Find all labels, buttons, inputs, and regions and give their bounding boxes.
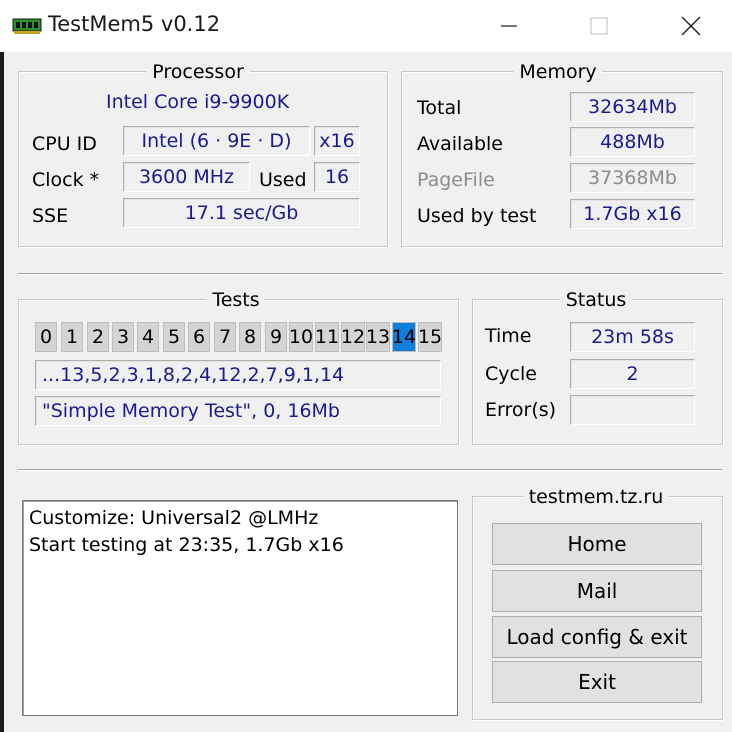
used-label: Used: [259, 169, 307, 191]
test-chip: 10: [289, 322, 313, 352]
minimize-button[interactable]: [486, 4, 532, 48]
used-by-test-label: Used by test: [417, 205, 537, 227]
pagefile-field: 37368Mb: [570, 163, 695, 193]
maximize-button[interactable]: [576, 4, 622, 48]
website-legend: testmem.tz.ru: [522, 486, 670, 508]
clock-label: Clock *: [32, 169, 100, 191]
sse-label: SSE: [32, 205, 69, 227]
log-line: Customize: Universal2 @LMHz: [29, 507, 319, 529]
mail-button[interactable]: Mail: [492, 570, 702, 612]
test-chip: 8: [239, 322, 261, 352]
test-chip: 6: [188, 322, 210, 352]
thread-count-field: x16: [314, 126, 360, 156]
window-title: TestMem5 v0.12: [48, 12, 221, 36]
cpu-id-label: CPU ID: [32, 133, 97, 155]
sse-field: 17.1 sec/Gb: [123, 198, 360, 228]
total-label: Total: [417, 97, 462, 119]
test-chip: 4: [137, 322, 159, 352]
maximize-icon: [590, 17, 608, 35]
close-icon: [681, 16, 701, 36]
tests-legend: Tests: [206, 289, 266, 311]
minimize-icon: [501, 25, 517, 27]
errors-field: [570, 395, 695, 425]
current-test-field: "Simple Memory Test", 0, 16Mb: [35, 396, 441, 426]
window-edge: [0, 52, 4, 732]
exit-button[interactable]: Exit: [492, 661, 702, 703]
test-chip: 11: [315, 322, 339, 352]
errors-label: Error(s): [485, 399, 557, 421]
test-chip: 3: [112, 322, 134, 352]
home-button[interactable]: Home: [492, 523, 702, 565]
test-chip: 2: [87, 322, 109, 352]
elapsed-time-field: 23m 58s: [570, 322, 695, 352]
load-config-exit-button[interactable]: Load config & exit: [492, 616, 702, 658]
test-chip: 0: [35, 322, 57, 352]
processor-legend: Processor: [146, 61, 250, 83]
cpu-id-field: Intel (6 · 9E · D): [123, 126, 310, 156]
status-legend: Status: [559, 289, 633, 311]
test-chip-active: 14: [392, 322, 416, 352]
separator-bottom: [18, 469, 722, 471]
test-chip: 7: [214, 322, 236, 352]
available-label: Available: [417, 133, 504, 155]
cycle-field: 2: [570, 359, 695, 389]
test-chip: 15: [418, 322, 442, 352]
memory-legend: Memory: [513, 61, 603, 83]
used-threads-field: 16: [314, 162, 360, 192]
log-textbox[interactable]: Customize: Universal2 @LMHz Start testin…: [22, 500, 458, 716]
available-memory-field: 488Mb: [570, 127, 695, 157]
test-chip: 13: [366, 322, 390, 352]
test-chip: 9: [265, 322, 287, 352]
test-sequence-field: ...13,5,2,3,1,8,2,4,12,2,7,9,1,14: [35, 360, 441, 390]
test-chip: 12: [341, 322, 365, 352]
time-label: Time: [485, 325, 532, 347]
memory-module-icon: [12, 16, 42, 36]
separator-top: [18, 273, 722, 275]
total-memory-field: 32634Mb: [570, 92, 695, 122]
test-chip: 5: [163, 322, 185, 352]
used-by-test-field: 1.7Gb x16: [570, 199, 695, 229]
test-chip: 1: [61, 322, 83, 352]
log-line: Start testing at 23:35, 1.7Gb x16: [29, 534, 344, 556]
close-button[interactable]: [668, 4, 714, 48]
cycle-label: Cycle: [485, 363, 537, 385]
pagefile-label: PageFile: [417, 169, 495, 191]
cpu-name: Intel Core i9-9900K: [106, 91, 290, 113]
clock-field: 3600 MHz: [123, 162, 250, 192]
